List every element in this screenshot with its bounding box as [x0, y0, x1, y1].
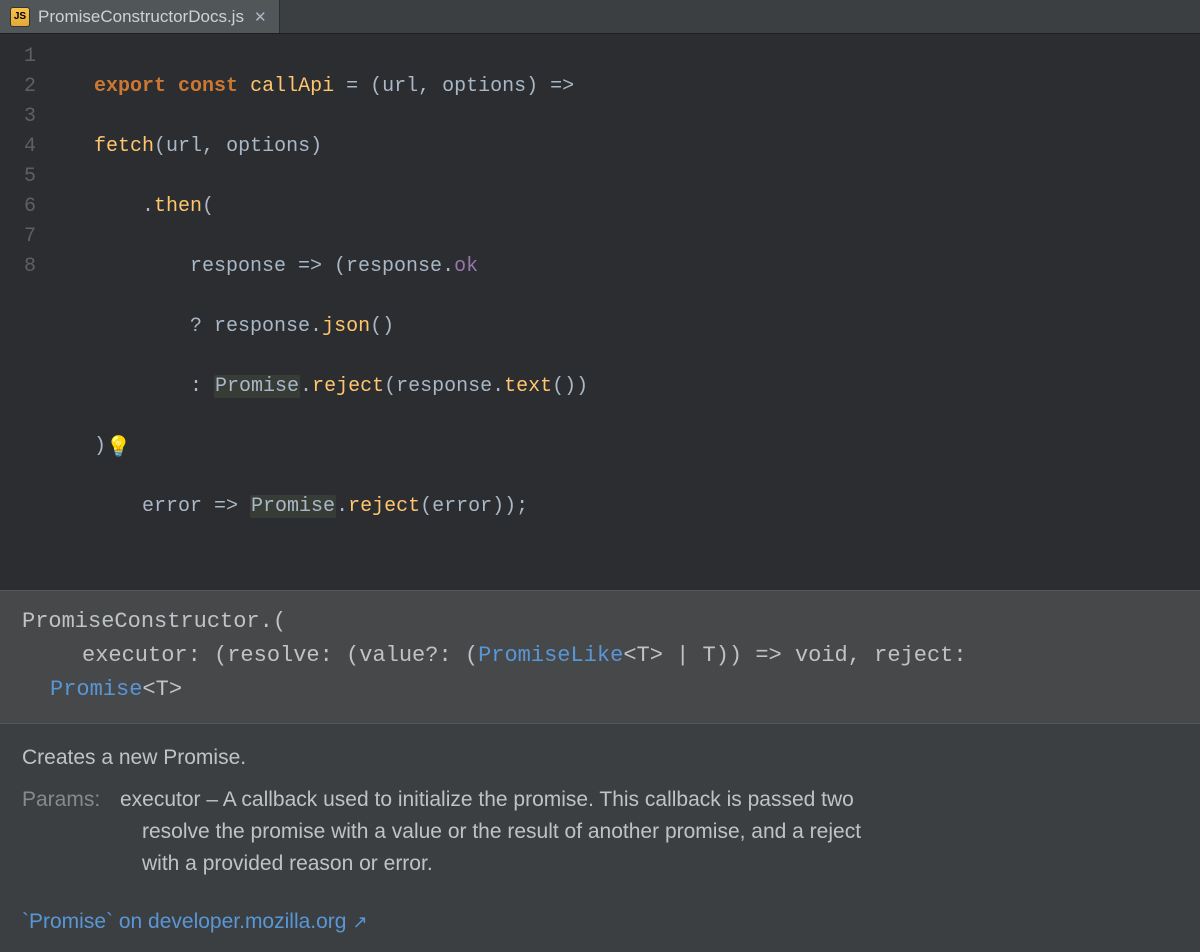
- external-link-icon: ↗: [352, 906, 367, 938]
- code-editor[interactable]: 1 2 3 4 5 6 7 8 export const callApi = (…: [0, 34, 1200, 590]
- line-number: 2: [0, 72, 36, 102]
- close-icon[interactable]: ✕: [252, 8, 269, 26]
- code-line: .then(: [94, 192, 588, 222]
- line-number: 5: [0, 162, 36, 192]
- code-line: response => (response.ok: [94, 252, 588, 282]
- parameter-info-popup: PromiseConstructor.( executor: (resolve:…: [0, 590, 1200, 723]
- doc-params-text: with a provided reason or error.: [22, 848, 1178, 880]
- line-number: 8: [0, 252, 36, 282]
- line-number: 7: [0, 222, 36, 252]
- line-number: 1: [0, 42, 36, 72]
- code-line: fetch(url, options): [94, 132, 588, 162]
- doc-params-text: executor – A callback used to initialize…: [120, 784, 854, 816]
- type-link[interactable]: Promise: [50, 677, 142, 702]
- code-line: export const callApi = (url, options) =>: [94, 72, 588, 102]
- code-line: ? response.json(): [94, 312, 588, 342]
- doc-params-label: Params:: [22, 784, 114, 816]
- code-area[interactable]: export const callApi = (url, options) =>…: [46, 34, 588, 590]
- line-number: 6: [0, 192, 36, 222]
- line-number: 3: [0, 102, 36, 132]
- documentation-panel: Creates a new Promise. Params: executor …: [0, 723, 1200, 952]
- line-number: 4: [0, 132, 36, 162]
- intention-bulb-icon[interactable]: 💡: [106, 434, 131, 464]
- link-text: `Promise` on developer.mozilla.org: [22, 906, 346, 938]
- editor-tab-bar: JS PromiseConstructorDocs.js ✕: [0, 0, 1200, 34]
- doc-params-text: resolve the promise with a value or the …: [22, 816, 1178, 848]
- code-line: : Promise.reject(response.text()): [94, 372, 588, 402]
- code-line: error => Promise.reject(error));: [94, 492, 588, 522]
- file-tab[interactable]: JS PromiseConstructorDocs.js ✕: [0, 0, 280, 33]
- file-tab-label: PromiseConstructorDocs.js: [38, 7, 244, 27]
- code-line: )💡: [94, 432, 588, 462]
- param-info-line: Promise<T>: [22, 673, 1178, 707]
- external-doc-link[interactable]: `Promise` on developer.mozilla.org ↗: [22, 906, 368, 938]
- doc-description: Creates a new Promise.: [22, 742, 1178, 774]
- js-file-icon: JS: [10, 7, 30, 27]
- doc-params: Params: executor – A callback used to in…: [22, 784, 1178, 816]
- param-info-line: executor: (resolve: (value?: (PromiseLik…: [22, 639, 1178, 673]
- param-info-line: PromiseConstructor.(: [22, 605, 1178, 639]
- type-link[interactable]: PromiseLike: [478, 643, 623, 668]
- line-gutter: 1 2 3 4 5 6 7 8: [0, 34, 46, 590]
